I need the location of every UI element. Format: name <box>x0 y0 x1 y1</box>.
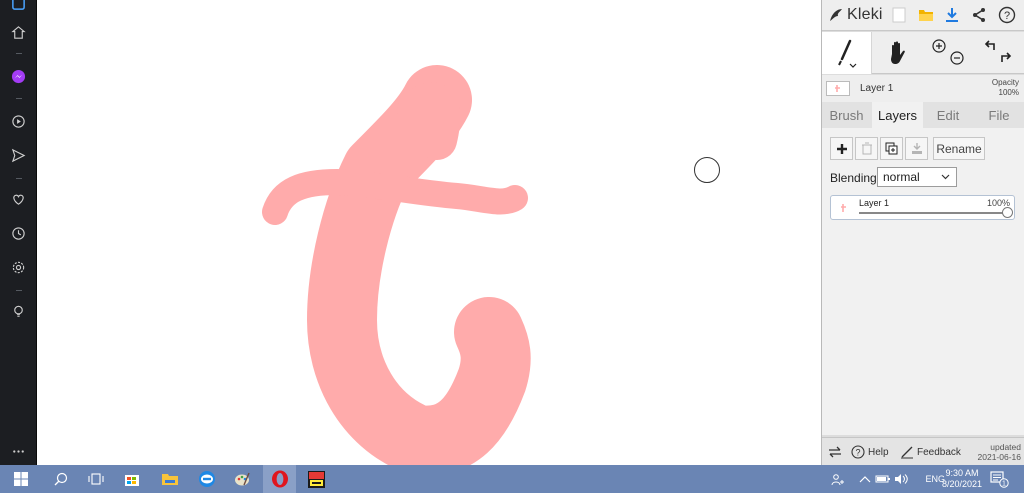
brush-cursor <box>694 157 720 183</box>
blending-label: Blending <box>830 171 877 185</box>
hand-tool[interactable] <box>874 32 922 74</box>
browser-sidebar <box>0 0 37 465</box>
tray-chevron-up-icon[interactable] <box>855 469 875 489</box>
canvas-drawing <box>262 65 720 465</box>
app-name: Kleki <box>847 6 883 23</box>
kleki-logo: Kleki <box>828 5 883 25</box>
zalo-icon[interactable] <box>197 469 217 489</box>
settings-icon[interactable] <box>9 258 28 277</box>
blending-value: normal <box>883 170 920 184</box>
feedback-label: Feedback <box>917 446 961 458</box>
panel-tabs: Brush Layers Edit File <box>822 102 1024 128</box>
zoom-out-icon <box>950 51 964 65</box>
opacity-label: Opacity <box>991 78 1019 87</box>
feedback-button[interactable]: Feedback <box>900 438 961 466</box>
game-icon[interactable] <box>306 469 326 489</box>
notification-center-icon[interactable]: 1 <box>990 469 1010 489</box>
help-icon[interactable]: ? <box>996 4 1018 26</box>
duplicate-layer-button[interactable] <box>880 137 903 160</box>
play-icon[interactable] <box>9 112 28 131</box>
paint-icon[interactable] <box>232 469 252 489</box>
delete-layer-button[interactable] <box>855 137 878 160</box>
tab-file[interactable]: File <box>973 102 1024 128</box>
file-explorer-icon[interactable] <box>160 469 180 489</box>
layer-thumbnail <box>826 81 850 96</box>
kleki-logo-icon <box>830 9 842 21</box>
tab-edit[interactable]: Edit <box>923 102 973 128</box>
download-icon[interactable] <box>941 4 963 26</box>
updated-date: 2021-06-16 <box>977 452 1021 462</box>
updated-label: updated <box>990 442 1021 452</box>
history-controls <box>974 32 1022 74</box>
current-layer-preview[interactable]: Layer 1 Opacity 100% <box>822 75 1024 102</box>
more-icon[interactable] <box>9 442 28 461</box>
layer-list-item[interactable]: Layer 1 100% <box>830 195 1015 220</box>
open-folder-icon[interactable] <box>915 4 937 26</box>
messenger-icon[interactable] <box>9 67 28 86</box>
lightbulb-icon[interactable] <box>9 302 28 321</box>
people-icon[interactable] <box>828 469 848 489</box>
kleki-panel: Kleki ? Layer 1 Opacity 100% Brush Layer… <box>821 0 1024 465</box>
new-image-icon[interactable] <box>888 4 910 26</box>
notification-count: 1 <box>1002 481 1006 488</box>
store-icon[interactable] <box>122 469 142 489</box>
layers-panel: Rename Blending normal Layer 1 100% <box>822 128 1024 435</box>
help-label: Help <box>868 446 889 458</box>
tab-brush[interactable]: Brush <box>822 102 871 128</box>
battery-icon[interactable] <box>873 469 893 489</box>
chevron-down-icon <box>941 174 950 180</box>
share-icon[interactable] <box>968 4 990 26</box>
help-button[interactable]: ? Help <box>851 438 889 466</box>
redo-icon <box>1001 52 1012 62</box>
app-icon[interactable] <box>9 0 28 13</box>
heart-icon[interactable] <box>9 190 28 209</box>
tool-row <box>822 32 1024 74</box>
opacity-value: 100% <box>998 88 1019 97</box>
layer-item-name: Layer 1 <box>859 198 890 208</box>
merge-layer-button[interactable] <box>905 137 928 160</box>
bottom-bar: ? Help Feedback updated 2021-06-16 <box>822 437 1024 465</box>
blending-select[interactable]: normal <box>877 167 957 187</box>
clock-time: 9:30 AM <box>945 468 979 478</box>
current-layer-name: Layer 1 <box>860 83 894 94</box>
layer-opacity-slider-knob[interactable] <box>1002 207 1013 218</box>
top-bar: Kleki ? <box>822 0 1024 31</box>
help-circle-icon: ? <box>851 445 865 459</box>
opera-icon[interactable] <box>270 469 290 489</box>
layer-opacity-slider[interactable] <box>859 212 1009 214</box>
clock-date: 8/20/2021 <box>941 479 982 489</box>
task-view-icon[interactable] <box>86 469 106 489</box>
drawing-canvas[interactable] <box>37 0 821 465</box>
letter-t-stroke <box>307 65 531 465</box>
windows-taskbar: ENG 9:30 AM 8/20/2021 1 <box>0 465 1024 493</box>
rename-layer-button[interactable]: Rename <box>933 137 985 160</box>
windows-start-icon[interactable] <box>11 469 31 489</box>
send-icon[interactable] <box>9 146 28 165</box>
layer-item-thumbnail <box>836 201 852 215</box>
add-layer-button[interactable] <box>830 137 853 160</box>
home-icon[interactable] <box>9 23 28 42</box>
svg-text:?: ? <box>855 448 860 458</box>
updated-info: updated 2021-06-16 <box>978 442 1021 462</box>
system-clock[interactable]: 9:30 AM 8/20/2021 <box>942 468 982 490</box>
pencil-icon <box>901 446 913 459</box>
screen: Kleki ? Layer 1 Opacity 100% Brush Layer… <box>0 0 1024 493</box>
search-icon[interactable] <box>51 469 71 489</box>
svg-text:?: ? <box>1004 10 1010 22</box>
tab-layers[interactable]: Layers <box>872 102 923 128</box>
volume-icon[interactable] <box>891 469 911 489</box>
zoom-controls <box>926 32 970 74</box>
opacity-readout: Opacity 100% <box>992 78 1019 98</box>
undo-icon <box>984 40 995 50</box>
brush-tool[interactable] <box>822 32 872 74</box>
clock-icon[interactable] <box>9 224 28 243</box>
zoom-in-icon <box>932 39 946 53</box>
swap-layout-icon[interactable] <box>828 438 842 466</box>
